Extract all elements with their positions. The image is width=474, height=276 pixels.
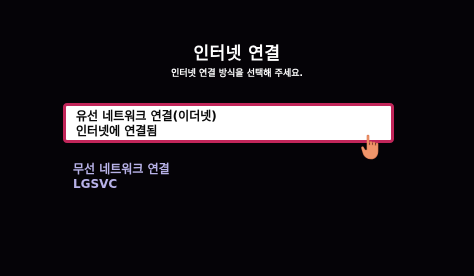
page-subtitle: 인터넷 연결 방식을 선택해 주세요. — [171, 69, 303, 79]
page-title: 인터넷 연결 — [193, 44, 281, 64]
wireless-network-status: LGSVC — [73, 177, 118, 191]
wireless-network-option[interactable]: 무선 네트워크 연결 LGSVC — [73, 162, 273, 194]
hand-pointer-icon — [360, 134, 384, 160]
wired-network-status: 인터넷에 연결됨 — [76, 124, 158, 138]
wireless-network-label: 무선 네트워크 연결 — [73, 162, 170, 176]
wired-network-option[interactable]: 유선 네트워크 연결(이더넷) 인터넷에 연결됨 — [63, 103, 394, 143]
wired-network-label: 유선 네트워크 연결(이더넷) — [76, 109, 217, 123]
